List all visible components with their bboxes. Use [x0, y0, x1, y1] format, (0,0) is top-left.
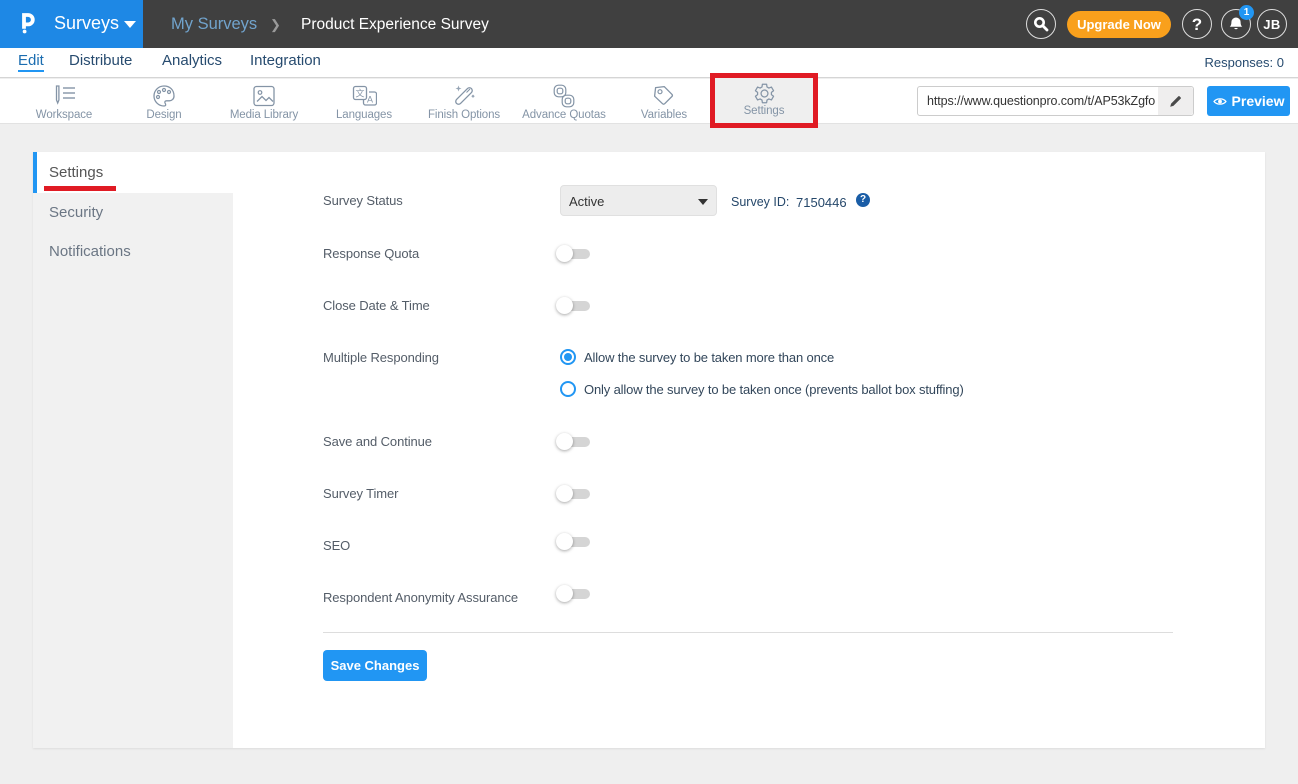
svg-text:A: A [367, 95, 373, 105]
svg-text:文: 文 [355, 88, 364, 99]
